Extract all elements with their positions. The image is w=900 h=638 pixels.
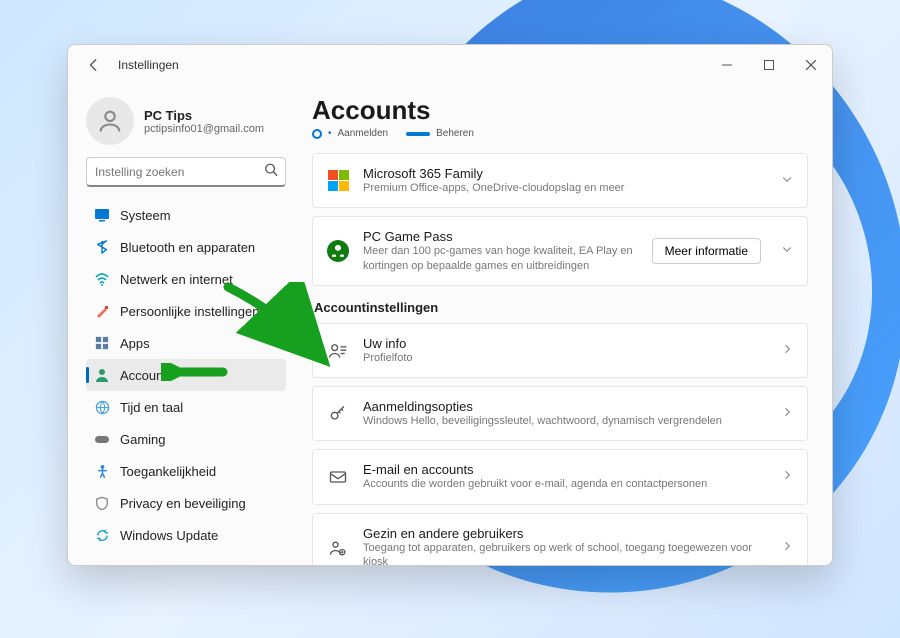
sidebar-item-label: Systeem xyxy=(120,208,171,223)
account-status-pills: •Aanmelden Beheren xyxy=(312,128,808,139)
card-title: Gezin en andere gebruikers xyxy=(363,526,767,541)
sidebar-item-network[interactable]: Netwerk en internet xyxy=(86,263,286,295)
user-email: pctipsinfo01@gmail.com xyxy=(144,123,264,135)
update-icon xyxy=(94,527,110,543)
back-button[interactable] xyxy=(80,51,108,79)
sidebar-item-label: Privacy en beveiliging xyxy=(120,496,246,511)
gaming-icon xyxy=(94,431,110,447)
display-icon xyxy=(94,207,110,223)
card-subtitle: Premium Office-apps, OneDrive-cloudopsla… xyxy=(363,181,767,195)
setting-signin-options[interactable]: Aanmeldingsopties Windows Hello, beveili… xyxy=(312,386,808,441)
bar-icon xyxy=(406,132,430,136)
sidebar-item-label: Netwerk en internet xyxy=(120,272,233,287)
chevron-down-icon xyxy=(781,172,793,190)
apps-icon xyxy=(94,335,110,351)
minimize-button[interactable] xyxy=(706,50,748,80)
shield-icon xyxy=(94,495,110,511)
pill-manage[interactable]: Beheren xyxy=(406,128,474,139)
sidebar-item-gaming[interactable]: Gaming xyxy=(86,423,286,455)
card-title: Uw info xyxy=(363,336,767,351)
search-icon xyxy=(264,163,278,182)
sidebar-item-label: Windows Update xyxy=(120,528,218,543)
more-info-button[interactable]: Meer informatie xyxy=(652,238,761,264)
search-input[interactable] xyxy=(86,157,286,187)
sidebar-item-accounts[interactable]: Accounts xyxy=(86,359,286,391)
section-header: Accountinstellingen xyxy=(314,300,808,315)
sidebar-item-label: Bluetooth en apparaten xyxy=(120,240,255,255)
xbox-logo-icon xyxy=(327,240,349,262)
family-icon xyxy=(327,537,349,559)
card-subtitle: Toegang tot apparaten, gebruikers op wer… xyxy=(363,541,767,565)
wifi-icon xyxy=(94,271,110,287)
mail-icon xyxy=(327,466,349,488)
sidebar-item-time-language[interactable]: Tijd en taal xyxy=(86,391,286,423)
card-title: E-mail en accounts xyxy=(363,462,767,477)
sidebar-item-label: Tijd en taal xyxy=(120,400,183,415)
promo-gamepass[interactable]: PC Game Pass Meer dan 100 pc-games van h… xyxy=(312,216,808,286)
chevron-right-icon xyxy=(781,468,793,486)
chevron-right-icon xyxy=(781,405,793,423)
sidebar-item-label: Gaming xyxy=(120,432,166,447)
sidebar-nav: Systeem Bluetooth en apparaten Netwerk e… xyxy=(86,199,286,551)
chevron-down-icon xyxy=(781,242,793,260)
sidebar-item-bluetooth[interactable]: Bluetooth en apparaten xyxy=(86,231,286,263)
titlebar: Instellingen xyxy=(68,45,832,85)
sidebar-item-privacy[interactable]: Privacy en beveiliging xyxy=(86,487,286,519)
promo-microsoft365[interactable]: Microsoft 365 Family Premium Office-apps… xyxy=(312,153,808,208)
sidebar-item-label: Accounts xyxy=(120,368,173,383)
sidebar: PC Tips pctipsinfo01@gmail.com Systeem B… xyxy=(68,85,298,565)
user-name: PC Tips xyxy=(144,108,264,123)
sidebar-item-label: Persoonlijke instellingen xyxy=(120,304,259,319)
person-card-icon xyxy=(327,340,349,362)
main-panel: Accounts •Aanmelden Beheren Microsoft 36… xyxy=(298,85,832,565)
globe-icon xyxy=(94,399,110,415)
sidebar-item-label: Toegankelijkheid xyxy=(120,464,216,479)
chevron-right-icon xyxy=(781,342,793,360)
key-icon xyxy=(327,403,349,425)
maximize-button[interactable] xyxy=(748,50,790,80)
ring-icon xyxy=(312,129,322,139)
window-title: Instellingen xyxy=(118,58,179,72)
card-title: Aanmeldingsopties xyxy=(363,399,767,414)
sidebar-item-personalization[interactable]: Persoonlijke instellingen xyxy=(86,295,286,327)
settings-window: Instellingen PC Tips pctipsinfo01@gmail.… xyxy=(67,44,833,566)
user-block[interactable]: PC Tips pctipsinfo01@gmail.com xyxy=(86,97,286,145)
chevron-right-icon xyxy=(781,539,793,557)
bluetooth-icon xyxy=(94,239,110,255)
avatar xyxy=(86,97,134,145)
sidebar-item-accessibility[interactable]: Toegankelijkheid xyxy=(86,455,286,487)
accessibility-icon xyxy=(94,463,110,479)
card-title: Microsoft 365 Family xyxy=(363,166,767,181)
sidebar-item-windows-update[interactable]: Windows Update xyxy=(86,519,286,551)
sidebar-item-label: Apps xyxy=(120,336,150,351)
page-title: Accounts xyxy=(312,95,808,126)
setting-email-accounts[interactable]: E-mail en accounts Accounts die worden g… xyxy=(312,449,808,504)
close-button[interactable] xyxy=(790,50,832,80)
card-subtitle: Windows Hello, beveiligingssleutel, wach… xyxy=(363,414,767,428)
card-subtitle: Accounts die worden gebruikt voor e-mail… xyxy=(363,477,767,491)
person-icon xyxy=(94,367,110,383)
card-subtitle: Profielfoto xyxy=(363,351,767,365)
card-title: PC Game Pass xyxy=(363,229,638,244)
sidebar-item-system[interactable]: Systeem xyxy=(86,199,286,231)
setting-your-info[interactable]: Uw info Profielfoto xyxy=(312,323,808,378)
sidebar-item-apps[interactable]: Apps xyxy=(86,327,286,359)
card-subtitle: Meer dan 100 pc-games van hoge kwaliteit… xyxy=(363,244,638,273)
setting-family-others[interactable]: Gezin en andere gebruikers Toegang tot a… xyxy=(312,513,808,565)
pill-signin[interactable]: •Aanmelden xyxy=(312,128,388,139)
brush-icon xyxy=(94,303,110,319)
microsoft-logo-icon xyxy=(327,170,349,192)
